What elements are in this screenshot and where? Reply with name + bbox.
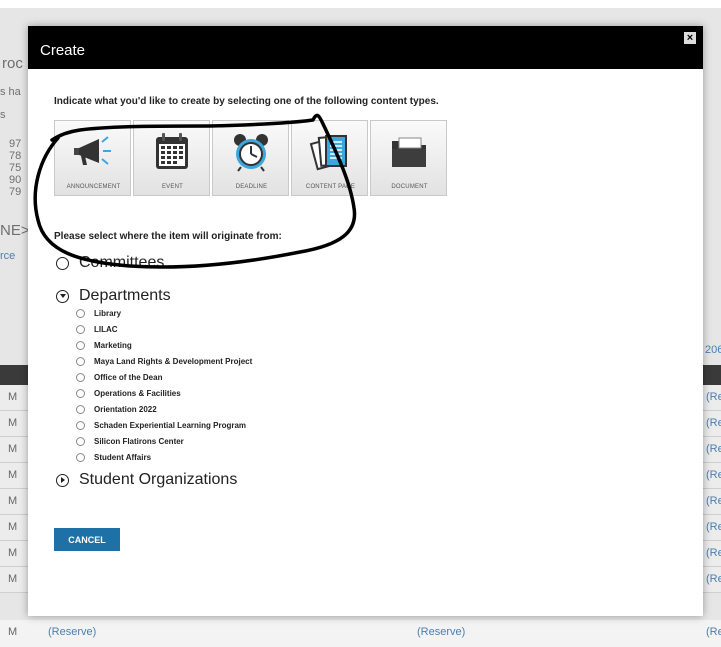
- group-departments[interactable]: Departments: [56, 287, 171, 305]
- table-row: M (Reserve) (Reserve) (Re: [0, 620, 721, 647]
- department-option[interactable]: Office of the Dean: [76, 369, 252, 385]
- radio-button-icon: [76, 372, 85, 382]
- reserve-link[interactable]: (Reserve): [417, 626, 465, 638]
- content-type-event[interactable]: EVENT: [133, 120, 210, 196]
- background-fragment: 78: [9, 150, 22, 162]
- origin-prompt: Please select where the item will origin…: [54, 231, 282, 242]
- megaphone-icon: [74, 136, 111, 165]
- radio-button-icon: [76, 388, 85, 398]
- department-option[interactable]: Schaden Experiential Learning Program: [76, 417, 252, 433]
- background-fragment: 97: [9, 138, 22, 150]
- content-type-label: EVENT: [161, 184, 183, 190]
- modal-title: Create: [40, 42, 86, 59]
- group-label: Student Organizations: [79, 471, 238, 488]
- radio-button-icon: [76, 420, 85, 430]
- background-fragment: s: [0, 109, 6, 121]
- content-type-label: DOCUMENT: [391, 184, 428, 190]
- radio-button-icon: [76, 356, 85, 366]
- group-student-organizations[interactable]: Student Organizations: [56, 471, 237, 489]
- background-fragment: rce: [0, 250, 16, 262]
- radio-button-icon: [76, 324, 85, 334]
- content-type-content-page[interactable]: CONTENT PAGE: [291, 120, 368, 196]
- create-modal: Create × Indicate what you'd like to cre…: [28, 26, 703, 616]
- content-type-label: DEADLINE: [235, 184, 268, 190]
- background-fragment: 79: [9, 186, 22, 198]
- radio-button-icon: [76, 404, 85, 414]
- alarm-clock-icon: [234, 134, 268, 172]
- department-option[interactable]: Library: [76, 305, 252, 321]
- background-fragment: NE>: [0, 222, 30, 239]
- calendar-icon: [156, 133, 188, 169]
- group-committees[interactable]: Committees: [56, 254, 164, 272]
- department-list: Library LILAC Marketing Maya Land Rights…: [76, 305, 252, 465]
- group-label: Committees: [79, 254, 165, 271]
- department-option[interactable]: Marketing: [76, 337, 252, 353]
- radio-button-icon: [76, 340, 85, 350]
- radio-button-icon: [76, 452, 85, 462]
- reserve-link[interactable]: (Reserve): [48, 626, 96, 638]
- group-label: Departments: [79, 287, 171, 304]
- background-fragment: roc: [2, 55, 23, 72]
- content-type-document[interactable]: DOCUMENT: [370, 120, 447, 196]
- content-type-label: CONTENT PAGE: [305, 184, 356, 190]
- background-page-top: [0, 0, 721, 8]
- radio-button-icon: [76, 436, 85, 446]
- department-option[interactable]: Maya Land Rights & Development Project: [76, 353, 252, 369]
- background-fragment: 75: [9, 162, 22, 174]
- modal-header: Create ×: [28, 26, 703, 69]
- expand-right-icon: [56, 473, 69, 487]
- cancel-button[interactable]: CANCEL: [54, 528, 120, 551]
- department-option[interactable]: Student Affairs: [76, 449, 252, 465]
- pages-icon: [309, 135, 347, 171]
- expand-down-icon: [56, 289, 69, 303]
- background-fragment: s ha: [0, 86, 21, 98]
- content-type-label: ANNOUNCEMENT: [66, 184, 121, 190]
- close-button[interactable]: ×: [684, 32, 696, 44]
- department-option[interactable]: Silicon Flatirons Center: [76, 433, 252, 449]
- background-fragment: 90: [9, 174, 22, 186]
- radio-circle-icon: [56, 256, 69, 270]
- content-type-deadline[interactable]: DEADLINE: [212, 120, 289, 196]
- content-type-announcement[interactable]: ANNOUNCEMENT: [54, 120, 131, 196]
- background-fragment: 206: [705, 344, 721, 356]
- department-option[interactable]: Orientation 2022: [76, 401, 252, 417]
- department-option[interactable]: LILAC: [76, 321, 252, 337]
- radio-button-icon: [76, 308, 85, 318]
- instruction-text: Indicate what you'd like to create by se…: [54, 96, 439, 107]
- folder-icon: [392, 137, 426, 167]
- department-option[interactable]: Operations & Facilities: [76, 385, 252, 401]
